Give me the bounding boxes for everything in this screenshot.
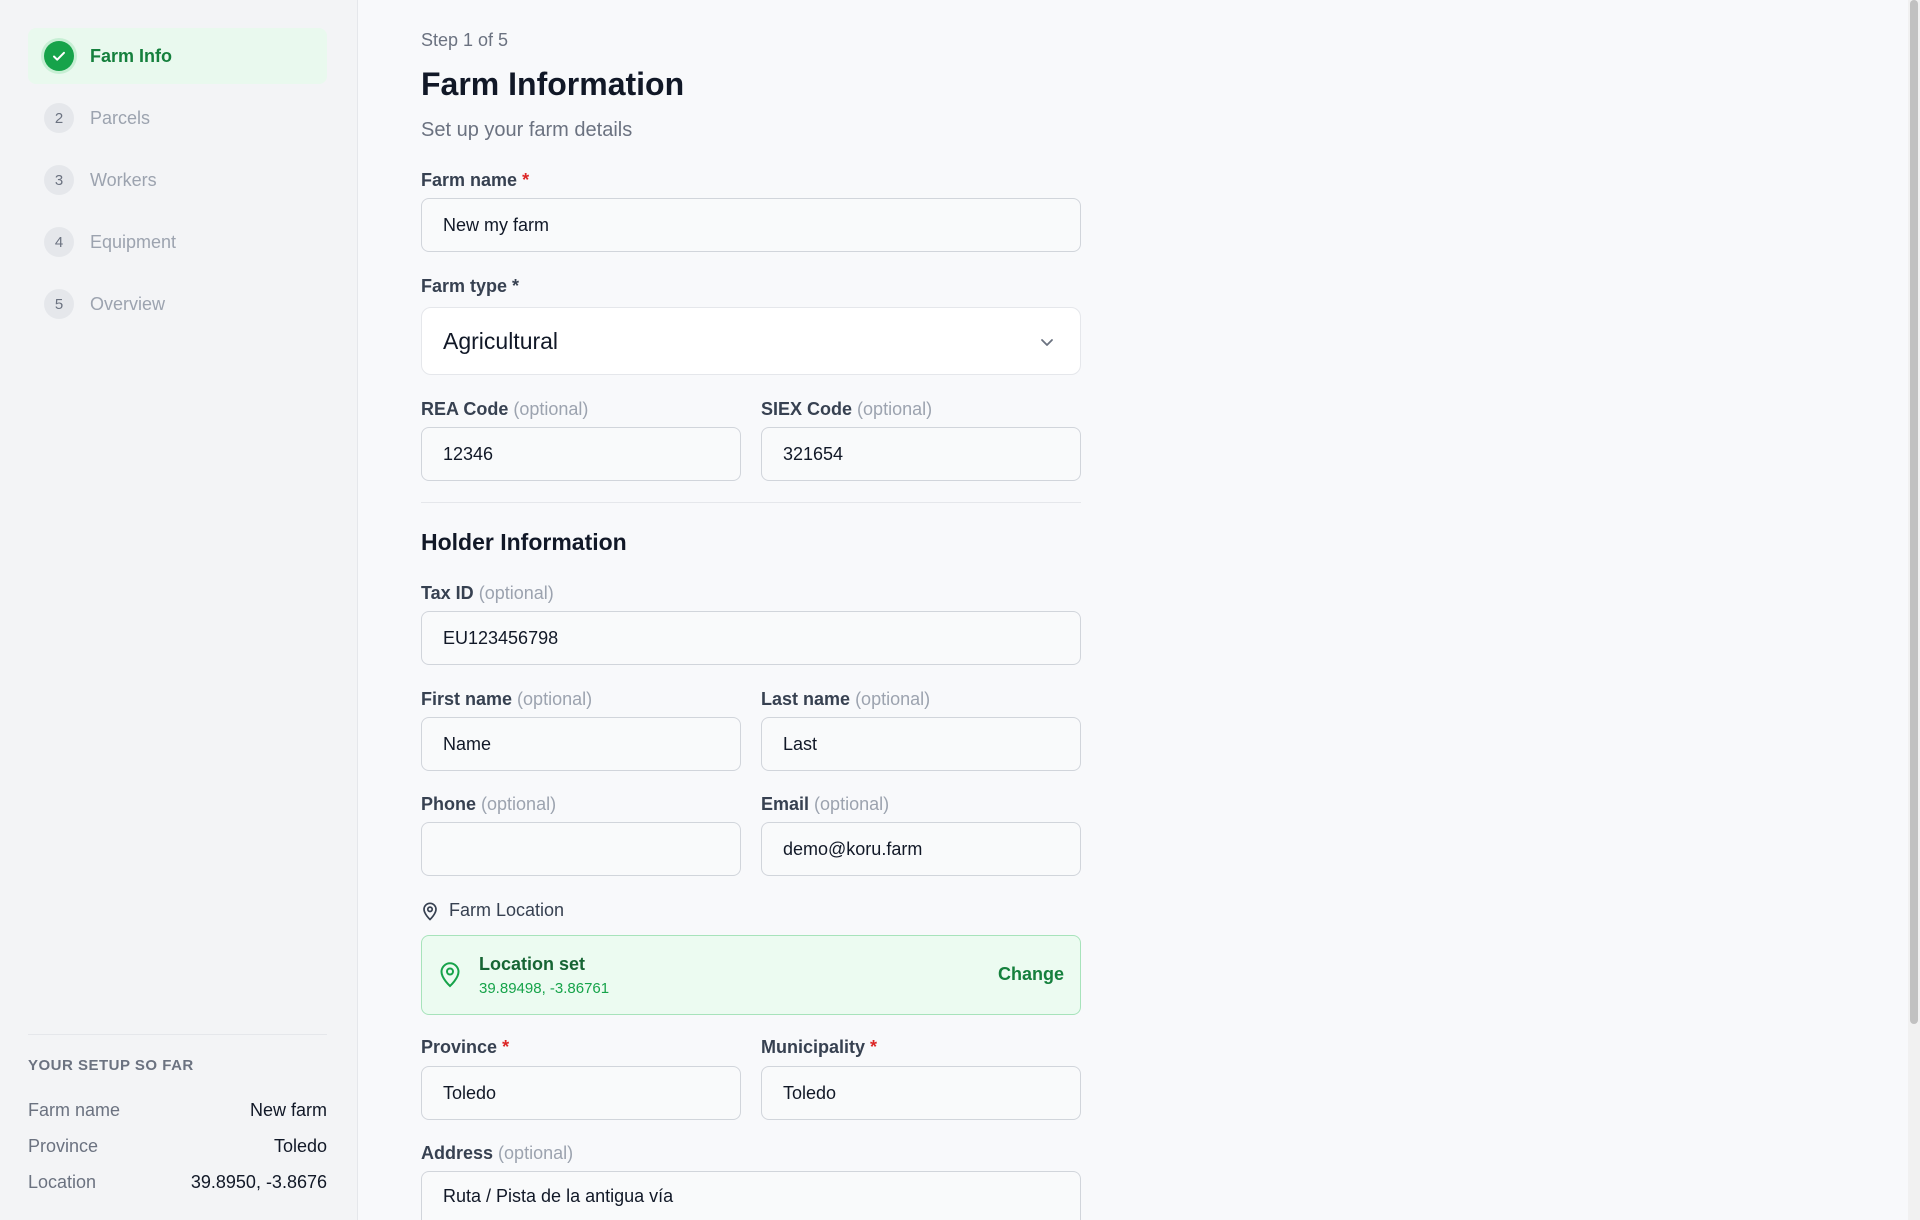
map-pin-icon [438, 960, 462, 993]
summary-row: Location 39.8950, -3.8676 [28, 1164, 327, 1200]
step-farm-info[interactable]: Farm Info [28, 28, 327, 84]
step-label: Parcels [90, 107, 151, 128]
step-count: Step 1 of 5 [421, 30, 509, 50]
summary-value: Toledo [273, 1135, 327, 1156]
farm-type-label: Farm type * [421, 276, 519, 297]
summary-key: Farm name [28, 1099, 121, 1120]
required-mark: * [502, 1037, 510, 1057]
label-text: Phone [421, 794, 477, 814]
label-text: Farm type [421, 276, 508, 296]
tax-id-input[interactable] [421, 611, 1081, 665]
scrollbar-thumb[interactable] [1910, 0, 1918, 1024]
siex-code-input[interactable] [761, 427, 1081, 481]
label-text: Address [421, 1143, 494, 1163]
location-coords: 39.89498, -3.86761 [479, 980, 610, 997]
check-icon [44, 41, 74, 71]
location-status: Location set [479, 954, 586, 974]
setup-summary: YOUR SETUP SO FAR Farm name New farm Pro… [28, 1034, 327, 1200]
municipality-label: Municipality * [761, 1037, 877, 1058]
label-text: Farm name [421, 170, 518, 190]
required-mark: * [512, 276, 520, 296]
email-input[interactable] [761, 822, 1081, 876]
first-name-input[interactable] [421, 717, 741, 771]
summary-key: Province [28, 1135, 99, 1156]
optional-tag: (optional) [857, 399, 933, 419]
province-input[interactable] [421, 1066, 741, 1120]
summary-key: Location [28, 1171, 97, 1192]
step-number: 2 [44, 103, 74, 133]
optional-tag: (optional) [517, 689, 593, 709]
divider [421, 502, 1081, 503]
farm-name-input[interactable] [421, 198, 1081, 252]
optional-tag: (optional) [513, 399, 589, 419]
label-text: First name [421, 689, 513, 709]
label-text: Last name [761, 689, 851, 709]
step-label: Workers [90, 169, 157, 190]
phone-label: Phone (optional) [421, 794, 556, 815]
label-text: REA Code [421, 399, 509, 419]
last-name-label: Last name (optional) [761, 689, 930, 710]
scrollbar[interactable] [1908, 0, 1920, 1220]
step-label: Equipment [90, 231, 177, 252]
sidebar: Farm Info 2 Parcels 3 Workers 4 Equipmen… [0, 0, 358, 1220]
location-status-box: Location set 39.89498, -3.86761 Change [421, 935, 1081, 1015]
label-text: Municipality [761, 1037, 866, 1057]
page-title: Farm Information [421, 66, 685, 102]
label-text: Tax ID [421, 583, 474, 603]
step-parcels[interactable]: 2 Parcels [28, 90, 327, 146]
email-label: Email (optional) [761, 794, 889, 815]
step-equipment[interactable]: 4 Equipment [28, 214, 327, 270]
summary-value: 39.8950, -3.8676 [190, 1171, 327, 1192]
holder-section-title: Holder Information [421, 529, 627, 555]
optional-tag: (optional) [814, 794, 890, 814]
map-pin-icon [421, 901, 439, 921]
address-input[interactable] [421, 1171, 1081, 1220]
chevron-down-icon [1038, 330, 1056, 357]
farm-type-select[interactable]: Agricultural [421, 307, 1081, 375]
required-mark: * [870, 1037, 878, 1057]
address-label: Address (optional) [421, 1143, 573, 1164]
step-list: Farm Info 2 Parcels 3 Workers 4 Equipmen… [28, 28, 327, 338]
change-location-button[interactable]: Change [998, 964, 1064, 985]
optional-tag: (optional) [478, 583, 554, 603]
last-name-input[interactable] [761, 717, 1081, 771]
farm-name-label: Farm name * [421, 170, 529, 191]
step-number: 4 [44, 227, 74, 257]
label-text: Province [421, 1037, 498, 1057]
step-overview[interactable]: 5 Overview [28, 276, 327, 332]
optional-tag: (optional) [498, 1143, 574, 1163]
step-label: Farm Info [90, 45, 173, 66]
rea-code-input[interactable] [421, 427, 741, 481]
step-workers[interactable]: 3 Workers [28, 152, 327, 208]
label-text: Farm Location [449, 900, 565, 920]
farm-type-value: Agricultural [443, 327, 559, 354]
farm-location-label: Farm Location [421, 900, 564, 921]
step-number: 3 [44, 165, 74, 195]
step-number: 5 [44, 289, 74, 319]
summary-title: YOUR SETUP SO FAR [28, 1057, 194, 1074]
phone-input[interactable] [421, 822, 741, 876]
summary-row: Province Toledo [28, 1128, 327, 1164]
tax-id-label: Tax ID (optional) [421, 583, 554, 604]
municipality-input[interactable] [761, 1066, 1081, 1120]
optional-tag: (optional) [481, 794, 557, 814]
province-label: Province * [421, 1037, 509, 1058]
first-name-label: First name (optional) [421, 689, 592, 710]
siex-code-label: SIEX Code (optional) [761, 399, 932, 420]
required-mark: * [522, 170, 530, 190]
optional-tag: (optional) [855, 689, 931, 709]
summary-value: New farm [249, 1099, 327, 1120]
step-label: Overview [90, 293, 166, 314]
label-text: Email [761, 794, 810, 814]
label-text: SIEX Code [761, 399, 853, 419]
rea-code-label: REA Code (optional) [421, 399, 588, 420]
summary-row: Farm name New farm [28, 1092, 327, 1128]
page-subtitle: Set up your farm details [421, 119, 633, 141]
